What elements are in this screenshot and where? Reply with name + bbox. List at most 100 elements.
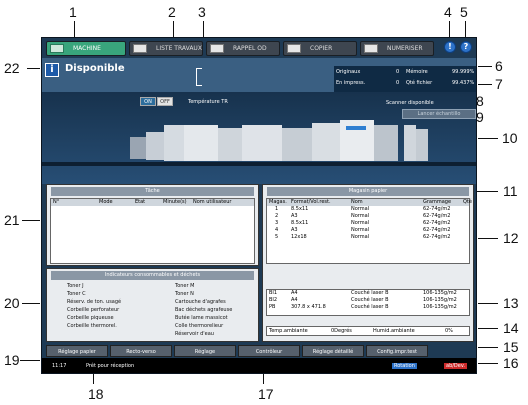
consumable-item: Bac déchets agrafeuse — [175, 307, 233, 313]
printing-value: 0 — [396, 80, 400, 86]
callout-21: 21 — [4, 212, 20, 228]
tab-job-list[interactable]: LISTE TRAVAUX — [129, 41, 203, 56]
temperature-ambient-label: Temp.ambiante — [269, 328, 308, 334]
consumable-item: Butée lame massicot — [175, 315, 228, 321]
consumable-item: Corbeille thermorel. — [67, 323, 117, 329]
callout-13: 13 — [503, 295, 519, 311]
tray-col-name: Nom — [351, 199, 363, 205]
callout-16: 16 — [503, 355, 519, 371]
job-col-minutes: Minute(s) — [163, 199, 187, 205]
consumable-item: Colle thermorelieur — [175, 323, 224, 329]
machine-screen: MACHINE LISTE TRAVAUX RAPPEL OD COPIER N… — [41, 37, 477, 374]
callout-14: 14 — [503, 320, 519, 336]
job-col-number: N° — [53, 199, 60, 205]
tray-row[interactable]: 2 A3 Normal 62-74g/m2 — [267, 213, 469, 220]
tray-col-quantity: Qté — [463, 199, 472, 205]
paper-tray-header: Magas. Format/Vol.rest. Nom Grammage Qté — [267, 199, 472, 206]
test-print-config-button[interactable]: Config.impr.test — [366, 345, 428, 357]
tray-col-tray: Magas. — [269, 199, 287, 205]
paper-tray-table[interactable]: Magas. Format/Vol.rest. Nom Grammage Qté… — [266, 198, 472, 264]
duplex-button[interactable]: Recto-verso — [110, 345, 172, 357]
consumable-item: Cartouche d'agrafes — [175, 299, 226, 305]
tray-row[interactable]: BI2 A4 Couché laser B 106-135g/m2 — [267, 297, 469, 304]
tray-row[interactable]: BI1 A4 Couché laser B 106-135g/m2 — [267, 290, 469, 297]
paper-setting-button[interactable]: Réglage papier — [46, 345, 108, 357]
tray-row[interactable]: PB 307.8 x 471.8 Couché laser B 106-135g/m2 — [267, 304, 469, 311]
callout-9: 9 — [476, 109, 484, 125]
leader-line-20 — [22, 303, 40, 304]
tab-copy[interactable]: COPIER — [283, 41, 357, 56]
status-header: i Disponible Originaux 0 Mémoire 99.999%… — [42, 58, 476, 92]
callout-18: 18 — [88, 386, 104, 402]
tray-row[interactable]: 4 A3 Normal 62-74g/m2 — [267, 227, 469, 234]
message-area — [196, 68, 202, 86]
callout-12: 12 — [503, 230, 519, 246]
leader-line-15 — [478, 347, 498, 348]
leader-line-10 — [478, 138, 498, 139]
originals-label: Originaux — [336, 69, 361, 75]
callout-19: 19 — [4, 352, 20, 368]
leader-line-16 — [478, 363, 498, 364]
consumable-item: Corbeille perforateur — [67, 307, 120, 313]
tab-scan[interactable]: NUMERISER — [360, 41, 434, 56]
help-icon[interactable]: ? — [460, 41, 472, 53]
callout-5: 5 — [460, 4, 468, 20]
consumable-item: Réservoir d'eau — [175, 331, 214, 337]
job-col-mode: Mode — [99, 199, 113, 205]
tab-recall-label: RAPPEL OD — [233, 45, 267, 52]
callout-10: 10 — [502, 130, 518, 146]
recall-icon — [210, 44, 224, 53]
callout-17: 17 — [258, 386, 274, 402]
humidity-ambient-label: Humid.ambiante — [373, 328, 415, 334]
file-label: Qté fichier — [406, 80, 433, 86]
consumables-title: Indicateurs consommables et déchets — [51, 271, 254, 280]
clock: 11:17 — [52, 363, 67, 369]
consumable-item: Toner N — [175, 291, 194, 297]
printing-label: En impress. — [336, 80, 366, 86]
callout-3: 3 — [198, 4, 206, 20]
consumable-item: Toner J — [67, 283, 84, 289]
tab-machine[interactable]: MACHINE — [46, 41, 126, 56]
callout-20: 20 — [4, 295, 20, 311]
tray-row[interactable]: 1 8.5x11 Normal 62-74g/m2 — [267, 206, 469, 213]
scan-icon — [364, 44, 378, 53]
tray-row[interactable]: 5 12x18 Normal 62-74g/m2 — [267, 234, 469, 241]
callout-15: 15 — [503, 339, 519, 355]
tray-col-weight: Grammage — [423, 199, 452, 205]
controller-button[interactable]: Contrôleur — [238, 345, 300, 357]
leader-line-7 — [478, 84, 492, 85]
job-table[interactable]: N° Mode Etat Minute(s) Nom utilisateur — [50, 198, 255, 264]
callout-7: 7 — [495, 76, 503, 92]
large-tray-table[interactable]: BI1 A4 Couché laser B 106-135g/m2 BI2 A4 Couc… — [266, 289, 470, 316]
callout-4: 4 — [444, 4, 452, 20]
callout-11: 11 — [503, 183, 518, 199]
file-value: 99.437% — [452, 80, 475, 86]
machine-diagram-area: ON OFF Température TR Scanner disponible… — [42, 92, 476, 184]
utility-icon[interactable]: ! — [444, 41, 456, 53]
tab-scan-label: NUMERISER — [387, 45, 423, 52]
leader-line-19 — [20, 360, 40, 361]
tab-machine-label: MACHINE — [73, 45, 101, 52]
leader-line-12 — [478, 238, 498, 239]
tray-row[interactable]: 3 8.5x11 Normal 62-74g/m2 — [267, 220, 469, 227]
consumables-panel: Indicateurs consommables et déchets Tone… — [46, 268, 259, 342]
status-bar: 11:17 Prêt pour réception Rotation ab/De… — [42, 358, 476, 373]
leader-line-6 — [478, 66, 492, 67]
detailed-adjustment-button[interactable]: Réglage détaillé — [302, 345, 364, 357]
temperature-ambient-value: 0Degrés — [331, 328, 352, 334]
tab-copy-label: COPIER — [310, 45, 333, 52]
job-panel: Tâche N° Mode Etat Minute(s) Nom utilisa… — [46, 184, 259, 266]
machine-icon — [50, 44, 64, 53]
job-table-header: N° Mode Etat Minute(s) Nom utilisateur — [51, 199, 254, 206]
callout-6: 6 — [495, 58, 503, 74]
memory-label: Mémoire — [406, 69, 428, 75]
leader-line-21 — [22, 220, 40, 221]
adjustment-button[interactable]: Réglage — [174, 345, 236, 357]
consumable-item: Corbeille piqueuse — [67, 315, 114, 321]
tab-recall[interactable]: RAPPEL OD — [206, 41, 280, 56]
job-indicator: ab/Dev. — [444, 363, 468, 369]
leader-line-13 — [478, 303, 498, 304]
counter-panel: Originaux 0 Mémoire 99.999% En impress. … — [334, 66, 476, 92]
rotation-indicator: Rotation — [392, 363, 417, 369]
machine-illustration — [42, 120, 476, 166]
